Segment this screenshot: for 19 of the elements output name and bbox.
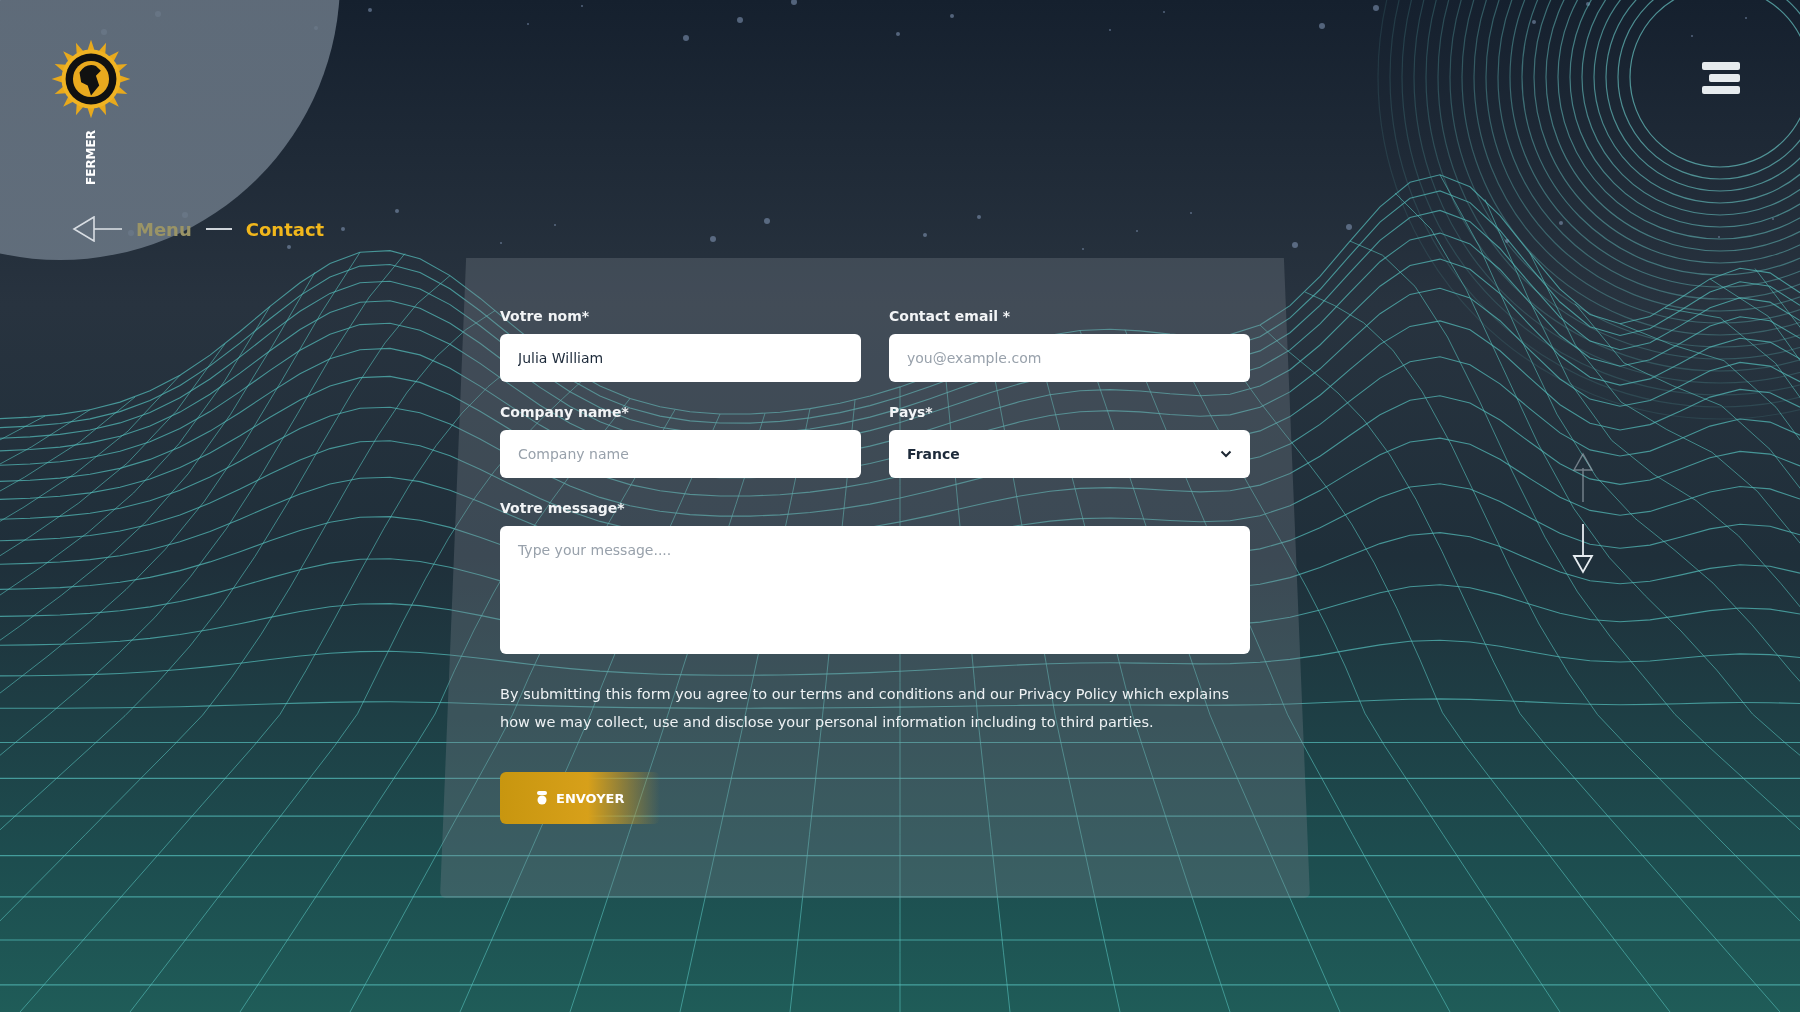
breadcrumb-link[interactable]: Contact: [245, 218, 325, 240]
down-arrow-icon[interactable]: [1571, 524, 1595, 574]
up-arrow-icon[interactable]: [1571, 452, 1595, 502]
message-field[interactable]: Type your message....: [500, 526, 1250, 654]
send-icon: [536, 791, 548, 805]
country-dropdown[interactable]: France: [889, 430, 1250, 478]
field-label: Company name*: [500, 404, 630, 420]
back-arrow-icon[interactable]: [72, 216, 122, 242]
globe-badge-logo-icon[interactable]: [50, 38, 132, 120]
text-field[interactable]: Julia William: [500, 334, 861, 382]
chevron-down-icon: [1220, 450, 1232, 458]
email-field[interactable]: you@example.com: [889, 334, 1250, 382]
field-label: Votre message*: [500, 500, 626, 516]
text-field[interactable]: Company name: [500, 430, 861, 478]
close-button[interactable]: FERMER: [84, 130, 98, 185]
field-label: Contact email *: [889, 308, 1012, 324]
consent-text: By submitting this form you agree to our terms and conditions and our Privacy Policy which explains how we may collect, use and disclose your personal information including to third parties.: [500, 685, 1230, 732]
field-label: Pays*: [889, 404, 934, 420]
field-label: Votre nom*: [500, 308, 591, 324]
